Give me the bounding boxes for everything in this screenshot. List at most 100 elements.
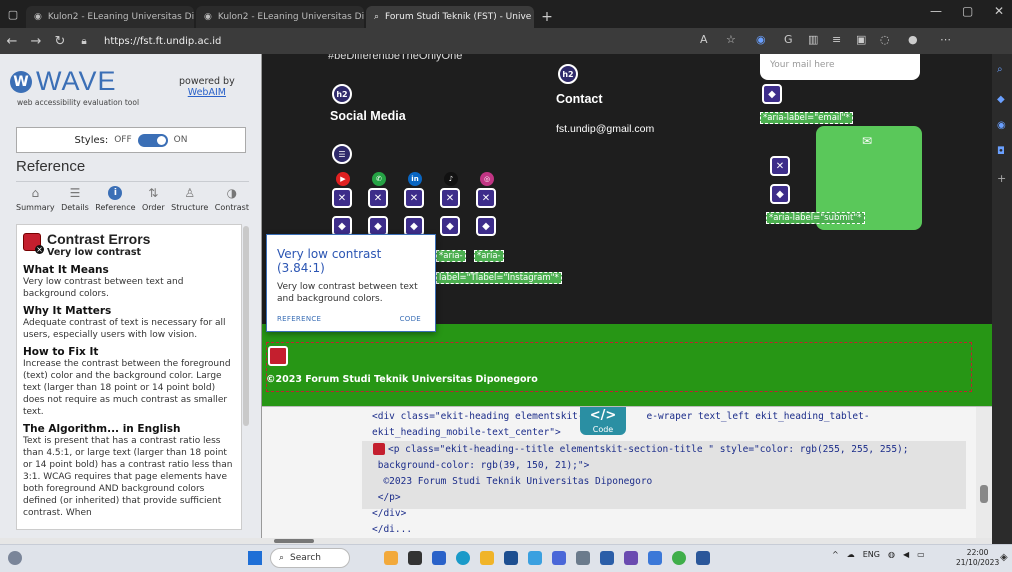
linkedin-icon[interactable]: in xyxy=(408,172,422,186)
tab-order[interactable]: ⇅ Order xyxy=(142,186,165,219)
wave-extension-icon[interactable]: ◉ xyxy=(756,33,766,46)
taskbar-app-icon[interactable] xyxy=(552,551,566,565)
powered-by: powered by WebAIM xyxy=(179,76,235,98)
youtube-icon[interactable]: ▶ xyxy=(336,172,350,186)
taskbar-search[interactable]: ⌕ Search xyxy=(270,548,350,568)
url-field[interactable]: https://fst.ft.undip.ac.id xyxy=(104,36,221,47)
search-icon: ⌕ xyxy=(279,553,285,563)
section-text: Increase the contrast between the foregr… xyxy=(23,359,231,417)
tab-reference[interactable]: i Reference xyxy=(95,186,136,219)
collections-icon[interactable]: ▣ xyxy=(856,33,866,46)
tab-contrast[interactable]: ◑ Contrast xyxy=(215,186,249,219)
network-icon[interactable]: ◍ xyxy=(888,550,895,559)
language-indicator[interactable]: ENG xyxy=(863,550,880,559)
weather-icon[interactable] xyxy=(8,551,22,565)
error-x-icon: ✕ xyxy=(404,188,424,208)
split-screen-icon[interactable]: ▥ xyxy=(808,33,818,46)
minimize-icon[interactable]: — xyxy=(930,4,942,18)
section-text: Text is present that has a contrast rati… xyxy=(23,436,233,518)
sidebar-search-icon[interactable]: ⌕ xyxy=(997,64,1003,75)
tiktok-icon[interactable]: ♪ xyxy=(444,172,458,186)
code-scrollbar[interactable] xyxy=(976,407,992,538)
contrast-tooltip: Very low contrast (3.84:1) Very low cont… xyxy=(266,234,436,332)
email-input[interactable]: Your mail here xyxy=(760,54,920,80)
taskbar-app-icon[interactable] xyxy=(624,551,638,565)
feedback-icon[interactable]: ◌ xyxy=(880,33,890,46)
scroll-thumb[interactable] xyxy=(274,539,314,543)
section-text: Adequate contrast of text is necessary f… xyxy=(23,318,226,340)
notifications-icon[interactable]: ◈ xyxy=(1000,552,1008,563)
contrast-error-icon xyxy=(23,233,44,254)
read-aloud-icon[interactable]: A xyxy=(700,33,708,46)
taskbar-app-icon[interactable] xyxy=(384,551,398,565)
word-icon[interactable] xyxy=(696,551,710,565)
contrast-error-icon[interactable] xyxy=(268,346,288,366)
forward-icon[interactable]: → xyxy=(24,34,48,49)
tooltip-reference-link[interactable]: REFERENCE xyxy=(277,315,321,323)
code-line: </div> xyxy=(372,508,407,519)
more-menu-icon[interactable]: ⋯ xyxy=(940,33,951,46)
tab-summary[interactable]: ⌂ Summary xyxy=(16,186,55,219)
back-icon[interactable]: ← xyxy=(0,34,24,49)
battery-icon[interactable]: ▭ xyxy=(917,550,925,559)
panel-scrollbar[interactable] xyxy=(243,226,249,426)
tab-actions-icon[interactable]: ▢ xyxy=(0,0,26,28)
error-x-icon: ✕ xyxy=(440,188,460,208)
sidebar-copilot-icon[interactable]: ◉ xyxy=(997,120,1006,131)
code-scroll-thumb[interactable] xyxy=(980,485,988,503)
tab-details[interactable]: ☰ Details xyxy=(61,186,89,219)
partial-heading: #beDifferentbeTheOnlyOne xyxy=(328,54,463,62)
taskbar-app-icon[interactable] xyxy=(408,551,422,565)
volume-icon[interactable]: ◀ xyxy=(903,550,909,559)
tooltip-code-link[interactable]: CODE xyxy=(400,315,421,323)
code-toggle-button[interactable]: </> Code xyxy=(580,407,626,435)
cloud-icon[interactable]: ☁ xyxy=(847,550,855,559)
browser-tab-1[interactable]: ◉ Kulon2 - ELeaning Universitas Di ✕ xyxy=(26,6,194,28)
webaim-link[interactable]: WebAIM xyxy=(179,87,235,98)
wave-logo-icon: W xyxy=(10,70,32,93)
section-title: Reference xyxy=(16,158,86,175)
sidebar-tool-icon[interactable]: ◆ xyxy=(997,94,1005,105)
new-tab-button[interactable]: + xyxy=(536,6,558,28)
edge-browser-icon[interactable] xyxy=(456,551,470,565)
reference-panel: Contrast Errors Very low contrast What I… xyxy=(16,224,242,530)
tab-structure[interactable]: ♙ Structure xyxy=(171,186,208,219)
section-heading: What It Means xyxy=(23,264,109,276)
taskbar-app-icon[interactable] xyxy=(576,551,590,565)
refresh-icon[interactable]: ↻ xyxy=(48,34,72,49)
browser-tab-3[interactable]: ⌕ Forum Studi Teknik (FST) - Unive ✕ xyxy=(366,6,534,28)
taskbar-app-icon[interactable] xyxy=(528,551,542,565)
aria-tag-icon: ◆ xyxy=(332,216,352,236)
aria-tag-icon: ◆ xyxy=(404,216,424,236)
sidebar-outlook-icon[interactable]: ◘ xyxy=(997,146,1005,157)
instagram-icon[interactable]: ◎ xyxy=(480,172,494,186)
chrome-icon[interactable] xyxy=(672,551,686,565)
code-error-icon[interactable] xyxy=(373,443,385,455)
mail-icon: ✉ xyxy=(862,134,873,148)
taskbar-app-icon[interactable] xyxy=(432,551,446,565)
extension-icon[interactable]: G xyxy=(784,33,793,46)
taskbar-app-icon[interactable] xyxy=(600,551,614,565)
favorite-star-icon[interactable]: ☆ xyxy=(726,33,736,46)
browser-tab-2[interactable]: ◉ Kulon2 - ELeaning Universitas Di ✕ xyxy=(196,6,364,28)
favorites-icon[interactable]: ≡ xyxy=(832,33,841,46)
taskbar-clock[interactable]: 22:00 21/10/2023 xyxy=(956,548,999,568)
taskbar-app-icon[interactable] xyxy=(648,551,662,565)
moodle-icon: ◉ xyxy=(204,12,212,22)
close-window-icon[interactable]: ✕ xyxy=(994,4,1004,18)
windows-start-icon[interactable] xyxy=(248,551,262,565)
restore-icon[interactable]: ▢ xyxy=(962,4,973,18)
taskbar-app-icon[interactable] xyxy=(504,551,518,565)
sidebar-add-icon[interactable]: + xyxy=(997,172,1006,185)
wave-logo: W WAVE xyxy=(10,66,117,97)
contact-email[interactable]: fst.undip@gmail.com xyxy=(556,123,654,135)
error-header: Contrast Errors Very low contrast xyxy=(23,231,235,258)
system-tray: ^ ☁ ENG ◍ ◀ ▭ xyxy=(832,550,925,559)
styles-toggle[interactable] xyxy=(137,133,168,147)
styles-toggle-bar: Styles: OFF ON xyxy=(16,127,246,153)
chevron-up-icon[interactable]: ^ xyxy=(832,550,839,559)
profile-avatar-icon[interactable]: ● xyxy=(908,33,918,46)
file-explorer-icon[interactable] xyxy=(480,551,494,565)
whatsapp-icon[interactable]: ✆ xyxy=(372,172,386,186)
aria-label-tag: *aria- xyxy=(474,250,504,262)
